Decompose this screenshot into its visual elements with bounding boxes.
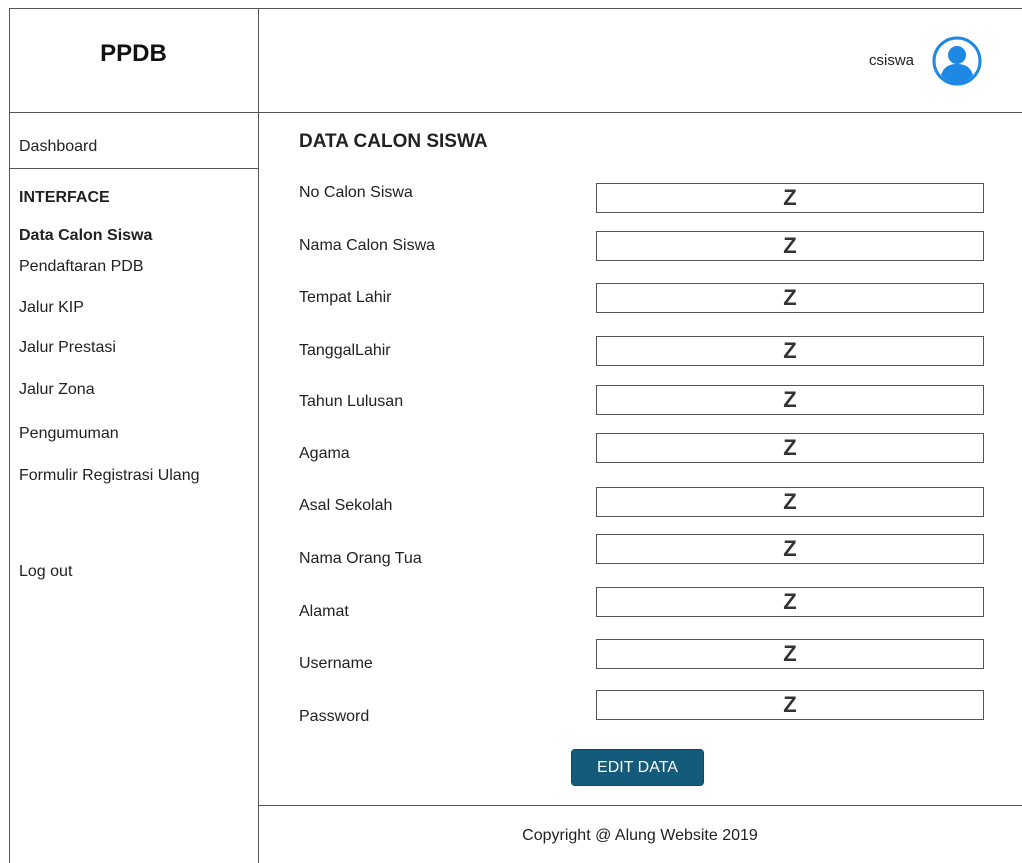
- sidebar-item-jalur-kip[interactable]: Jalur KIP: [19, 299, 84, 317]
- tahun-lulusan-field[interactable]: [596, 385, 984, 415]
- field-label-username: Username: [299, 655, 373, 672]
- footer-divider: [258, 805, 1022, 806]
- sidebar-item-formulir-registrasi-ulang[interactable]: Formulir Registrasi Ulang: [19, 467, 200, 485]
- username-label[interactable]: csiswa: [869, 52, 914, 69]
- nama-orang-tua-field[interactable]: [596, 534, 984, 564]
- sidebar-dashboard-divider: [9, 168, 258, 169]
- frame-top-border: [9, 8, 1022, 9]
- tempat-lahir-field[interactable]: [596, 283, 984, 313]
- sidebar-item-pendaftaran-pdb[interactable]: Pendaftaran PDB: [19, 258, 144, 276]
- field-label-tahun-lulusan: Tahun Lulusan: [299, 393, 404, 410]
- field-label-tanggal-lahir: TanggalLahir: [299, 342, 391, 359]
- sidebar-item-data-calon-siswa[interactable]: Data Calon Siswa: [19, 227, 152, 245]
- page-title: DATA CALON SISWA: [299, 131, 488, 152]
- tanggal-lahir-field[interactable]: [596, 336, 984, 366]
- sidebar-section-heading: INTERFACE: [19, 189, 110, 206]
- edit-data-button[interactable]: EDIT DATA: [571, 749, 704, 786]
- asal-sekolah-field[interactable]: [596, 487, 984, 517]
- header-divider: [9, 112, 1022, 113]
- brand-logo-text: PPDB: [100, 40, 167, 67]
- field-label-nama-calon-siswa: Nama Calon Siswa: [299, 237, 436, 254]
- sidebar-item-jalur-zona[interactable]: Jalur Zona: [19, 381, 95, 399]
- frame-left-border: [9, 8, 10, 863]
- sidebar-item-pengumuman[interactable]: Pengumuman: [19, 425, 119, 443]
- field-label-password: Password: [299, 708, 370, 725]
- field-label-nama-orang-tua: Nama Orang Tua: [299, 550, 422, 567]
- username-field[interactable]: [596, 639, 984, 669]
- sidebar-item-logout[interactable]: Log out: [19, 563, 72, 581]
- sidebar-item-jalur-prestasi[interactable]: Jalur Prestasi: [19, 339, 116, 357]
- password-field[interactable]: [596, 690, 984, 720]
- sidebar-divider: [258, 8, 259, 863]
- no-calon-siswa-field[interactable]: [596, 183, 984, 213]
- user-avatar-icon[interactable]: [932, 36, 982, 86]
- field-label-asal-sekolah: Asal Sekolah: [299, 497, 393, 514]
- sidebar-item-dashboard[interactable]: Dashboard: [19, 138, 97, 156]
- field-label-no-calon-siswa: No Calon Siswa: [299, 184, 413, 201]
- alamat-field[interactable]: [596, 587, 984, 617]
- field-label-tempat-lahir: Tempat Lahir: [299, 289, 392, 306]
- footer-copyright: Copyright @ Alung Website 2019: [522, 827, 758, 844]
- nama-calon-siswa-field[interactable]: [596, 231, 984, 261]
- field-label-agama: Agama: [299, 445, 350, 462]
- agama-field[interactable]: [596, 433, 984, 463]
- field-label-alamat: Alamat: [299, 603, 349, 620]
